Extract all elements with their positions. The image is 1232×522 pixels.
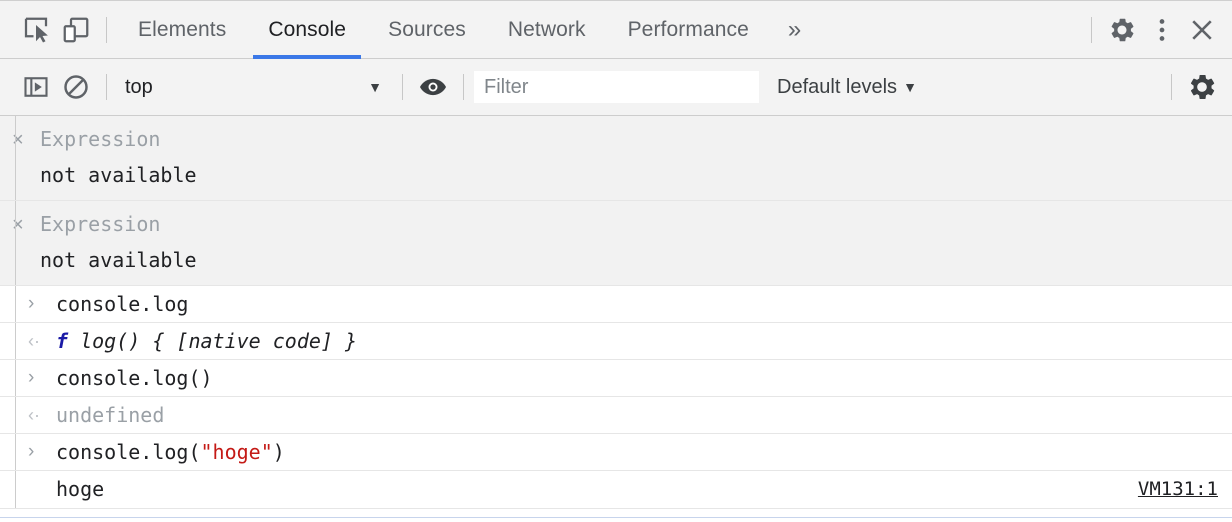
- live-expression-title: Expression: [40, 127, 161, 151]
- tab-sources-label: Sources: [388, 17, 466, 41]
- input-prompt-icon: ›: [28, 441, 35, 462]
- input-prompt-icon: ›: [28, 367, 35, 388]
- console-toolbar: top ▼ Default levels ▼: [0, 59, 1232, 116]
- log-levels-label: Default levels: [777, 75, 898, 98]
- console-prompt-area[interactable]: [0, 517, 1232, 522]
- log-levels-selector[interactable]: Default levels ▼: [759, 70, 927, 104]
- console-toolbar-divider-3: [463, 74, 464, 100]
- string-literal: "hoge": [200, 440, 273, 464]
- chevron-down-icon: ▼: [903, 79, 917, 95]
- close-icon[interactable]: [1182, 10, 1222, 50]
- live-expression-header: × Expression: [0, 122, 1232, 158]
- console-input-code: console.log(): [56, 366, 213, 390]
- more-tabs-button[interactable]: »: [770, 1, 819, 58]
- gear-icon[interactable]: [1102, 10, 1142, 50]
- filter-input[interactable]: [474, 71, 759, 103]
- tab-performance[interactable]: Performance: [607, 1, 770, 58]
- devtools-window: Elements Console Sources Network Perform…: [0, 0, 1232, 522]
- console-toolbar-divider-1: [106, 74, 107, 100]
- tabbar-actions: [1081, 10, 1222, 50]
- console-result-value: undefined: [56, 403, 165, 427]
- devtools-tabbar: Elements Console Sources Network Perform…: [0, 1, 1232, 59]
- tab-elements-label: Elements: [138, 17, 227, 41]
- toolbar-divider: [106, 16, 107, 43]
- console-result-row[interactable]: ‹· undefined: [0, 397, 1232, 434]
- live-expression-value: not available: [40, 163, 197, 187]
- execution-context-selector[interactable]: top ▼: [117, 70, 392, 104]
- console-input-row[interactable]: › console.log("hoge"): [0, 434, 1232, 471]
- close-icon[interactable]: ×: [12, 122, 40, 158]
- live-expression-eye-icon[interactable]: [413, 67, 453, 107]
- live-expression-value: not available: [40, 248, 197, 272]
- code-suffix: ): [272, 440, 285, 464]
- console-input-line: › console.log: [16, 286, 1232, 322]
- console-toolbar-divider-4: [1171, 74, 1172, 100]
- kebab-menu-icon[interactable]: [1142, 10, 1182, 50]
- tab-performance-label: Performance: [627, 17, 749, 41]
- live-expression-item[interactable]: × Expression not available: [0, 201, 1232, 286]
- input-prompt-icon: ›: [28, 293, 35, 314]
- console-toolbar-divider-2: [402, 74, 403, 100]
- console-result-row[interactable]: ‹· f log() { [native code] }: [0, 323, 1232, 360]
- console-log-row[interactable]: hoge VM131:1: [0, 471, 1232, 509]
- device-toolbar-icon[interactable]: [56, 10, 96, 50]
- function-body: log() { [native code] }: [68, 329, 358, 353]
- tab-console-label: Console: [268, 17, 347, 41]
- output-arrow-icon: ‹·: [28, 331, 40, 351]
- clear-console-icon[interactable]: [56, 67, 96, 107]
- console-settings-gear-icon[interactable]: [1182, 67, 1222, 107]
- console-input-line: › console.log(): [16, 360, 1232, 396]
- console-result-line: ‹· f log() { [native code] }: [16, 323, 1232, 359]
- console-input-line: › console.log("hoge"): [16, 434, 1232, 470]
- chevron-down-icon: ▼: [368, 79, 382, 95]
- tab-console[interactable]: Console: [247, 1, 367, 59]
- actions-divider: [1091, 16, 1092, 43]
- execution-context-value: top: [125, 75, 153, 98]
- console-input-row[interactable]: › console.log(): [0, 360, 1232, 397]
- live-expression-header: × Expression: [0, 207, 1232, 243]
- tab-sources[interactable]: Sources: [367, 1, 487, 58]
- inspect-element-icon[interactable]: [16, 10, 56, 50]
- console-input-code: console.log: [56, 292, 189, 316]
- close-icon[interactable]: ×: [12, 207, 40, 243]
- console-log-text: hoge: [56, 477, 105, 501]
- console-sidebar-toggle-icon[interactable]: [16, 67, 56, 107]
- live-expression-title: Expression: [40, 212, 161, 236]
- output-arrow-icon: ‹·: [28, 405, 40, 425]
- console-input-code: console.log("hoge"): [56, 434, 1218, 470]
- panel-tabs: Elements Console Sources Network Perform…: [117, 1, 819, 59]
- source-location-link[interactable]: VM131:1: [1118, 471, 1218, 508]
- tab-network[interactable]: Network: [487, 1, 607, 58]
- console-log-line: hoge VM131:1: [16, 471, 1232, 508]
- live-expression-value-row: not available: [0, 243, 1232, 277]
- console-result-value: f log() { [native code] }: [56, 323, 1218, 359]
- code-prefix: console.log(: [56, 440, 201, 464]
- more-tabs-chevrons-icon: »: [787, 15, 802, 43]
- function-keyword: f: [56, 329, 69, 353]
- console-result-line: ‹· undefined: [16, 397, 1232, 433]
- live-expression-value-row: not available: [0, 158, 1232, 192]
- live-expression-item[interactable]: × Expression not available: [0, 116, 1232, 201]
- console-input-row[interactable]: › console.log: [0, 286, 1232, 323]
- tab-elements[interactable]: Elements: [117, 1, 247, 58]
- tab-network-label: Network: [507, 17, 586, 41]
- console-message-list[interactable]: × Expression not available × Expression …: [0, 116, 1232, 522]
